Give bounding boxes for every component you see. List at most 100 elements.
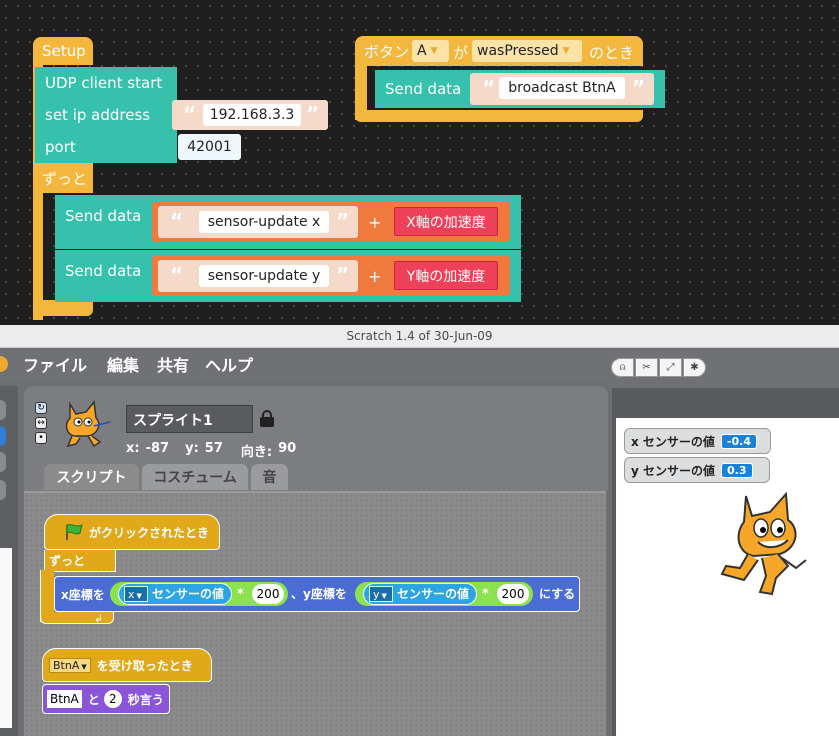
go-x-label: x座標を xyxy=(61,587,105,602)
palette-scroll-strip[interactable] xyxy=(0,548,12,728)
lock-body xyxy=(260,417,274,427)
flip-icon[interactable]: ↔ xyxy=(35,417,47,429)
y-monitor-label: y センサーの値 xyxy=(631,463,716,478)
x-monitor-label: x センサーの値 xyxy=(631,434,715,449)
loop-arrow-icon: ↲ xyxy=(94,612,104,625)
y-monitor-value: 0.3 xyxy=(721,462,753,478)
say-for-secs-block[interactable]: BtnA と 2 秒言う xyxy=(42,684,170,714)
tab-scripts[interactable]: スクリプト xyxy=(44,464,139,490)
sensor-x-value[interactable]: sensor-update x xyxy=(199,211,329,233)
palette-button[interactable] xyxy=(0,480,6,500)
chevron-down-icon: ▼ xyxy=(562,46,570,56)
palette-button[interactable] xyxy=(0,400,6,420)
forever-block[interactable]: ずっと xyxy=(33,163,93,193)
scissors-icon[interactable]: ✂ xyxy=(635,358,658,377)
sprite-name-field[interactable]: スプライト1 xyxy=(126,405,253,433)
sensor-value-label: センサーの値 xyxy=(397,587,470,601)
menu-file[interactable]: ファイル xyxy=(23,352,87,376)
sensor-y-value[interactable]: sensor-update y xyxy=(199,265,329,287)
button-dropdown-value: A xyxy=(417,43,427,59)
seconds-field[interactable]: 2 xyxy=(103,690,122,708)
quote-open-icon: “ xyxy=(170,263,184,287)
stamp-icon[interactable]: ⍝ xyxy=(611,358,634,377)
setup-hat-block[interactable]: Setup xyxy=(33,37,93,65)
y-label: y: xyxy=(185,441,199,456)
chevron-down-icon: ▼ xyxy=(136,592,142,600)
sprite-cat-thumbnail-icon xyxy=(65,400,111,448)
send-data-label: Send data xyxy=(385,80,462,98)
when-label: のとき xyxy=(589,44,635,62)
button-dropdown[interactable]: A ▼ xyxy=(412,40,449,62)
udp-start-label: UDP client start xyxy=(45,74,163,92)
sensor-x-menu-value: x xyxy=(128,588,135,601)
times-operator: * xyxy=(237,587,244,602)
say-label: 秒言う xyxy=(127,692,164,707)
menu-bar xyxy=(0,348,608,378)
port-block[interactable]: port xyxy=(35,131,177,163)
x-label: x: xyxy=(126,441,140,456)
tab-sounds[interactable]: 音 xyxy=(251,464,288,490)
event-dropdown[interactable]: wasPressed ▼ xyxy=(472,40,582,62)
to-label: と xyxy=(87,692,100,707)
udp-start-block[interactable]: UDP client start xyxy=(35,67,177,99)
tab-costumes[interactable]: コスチューム xyxy=(142,464,248,490)
y-accel-block[interactable]: Y軸の加速度 xyxy=(394,261,498,290)
forever-block[interactable]: ずっと xyxy=(44,550,116,572)
plus-operator: + xyxy=(368,213,382,232)
flag-hat-block[interactable]: がクリックされたとき xyxy=(44,514,220,550)
y-value: 57 xyxy=(204,441,223,456)
say-text-field[interactable]: BtnA xyxy=(47,690,82,708)
go-end-label: にする xyxy=(539,587,576,601)
set-ip-block[interactable]: set ip address xyxy=(35,99,177,131)
scratch-cat-sprite-icon[interactable] xyxy=(718,488,812,598)
x-sensor-monitor[interactable]: x センサーの値 -0.4 xyxy=(624,428,771,454)
quote-open-icon: “ xyxy=(482,76,496,100)
window-title: Scratch 1.4 of 30-Jun-09 xyxy=(0,325,839,348)
go-y-label: 、y座標を xyxy=(291,587,347,601)
grow-icon[interactable]: ⤢ xyxy=(659,358,682,377)
multiplier-x-field[interactable]: 200 xyxy=(252,584,284,604)
x-monitor-value: -0.4 xyxy=(720,433,757,449)
button-hat-foot xyxy=(355,110,643,122)
sensor-x-menu[interactable]: x ▼ xyxy=(124,586,148,602)
ip-value[interactable]: 192.168.3.3 xyxy=(203,104,301,126)
multiplier-y-field[interactable]: 200 xyxy=(497,584,529,604)
receive-dropdown-value: BtnA xyxy=(53,658,80,672)
x-value: -87 xyxy=(145,441,170,456)
receive-dropdown[interactable]: BtnA ▼ xyxy=(49,657,91,673)
forever-label: ずっと xyxy=(49,554,86,568)
no-rotate-icon[interactable]: • xyxy=(35,432,47,444)
receive-label: を受け取ったとき xyxy=(96,658,193,673)
sensor-value-label: センサーの値 xyxy=(152,587,225,601)
shrink-icon[interactable]: ✱ xyxy=(683,358,706,377)
rotate-icon[interactable]: ↻ xyxy=(35,402,47,414)
sprite-coordinates: x: -87 y: 57 向き: 90 xyxy=(126,441,296,460)
x-accel-block[interactable]: X軸の加速度 xyxy=(394,207,498,236)
sensor-y-menu[interactable]: y ▼ xyxy=(369,586,393,602)
menu-edit[interactable]: 編集 xyxy=(107,352,139,376)
palette-button-active[interactable] xyxy=(0,426,6,446)
chevron-down-icon: ▼ xyxy=(381,592,387,600)
ga-label: が xyxy=(453,44,469,62)
times-operator: * xyxy=(482,587,489,602)
sensor-y-menu-value: y xyxy=(373,588,380,601)
green-flag-icon xyxy=(66,524,83,540)
palette-button[interactable] xyxy=(0,452,6,472)
y-sensor-monitor[interactable]: y センサーの値 0.3 xyxy=(624,457,770,483)
quote-close-icon: ” xyxy=(336,209,350,233)
button-prefix: ボタン xyxy=(364,42,410,61)
quote-close-icon: ” xyxy=(632,76,646,100)
receive-hat-block[interactable]: BtnA ▼ を受け取ったとき xyxy=(42,648,212,682)
menu-help[interactable]: ヘルプ xyxy=(205,352,253,376)
quote-close-icon: ” xyxy=(306,102,320,126)
send-data-label: Send data xyxy=(65,207,142,225)
plus-operator: + xyxy=(368,267,382,286)
forever-label: ずっと xyxy=(42,169,88,188)
direction-value: 90 xyxy=(278,441,297,456)
flag-hat-label: がクリックされたとき xyxy=(89,525,210,540)
port-value[interactable]: 42001 xyxy=(178,134,241,160)
set-ip-label: set ip address xyxy=(45,106,151,124)
broadcast-value[interactable]: broadcast BtnA xyxy=(499,77,625,99)
forever-foot xyxy=(33,300,93,316)
menu-share[interactable]: 共有 xyxy=(157,352,189,376)
